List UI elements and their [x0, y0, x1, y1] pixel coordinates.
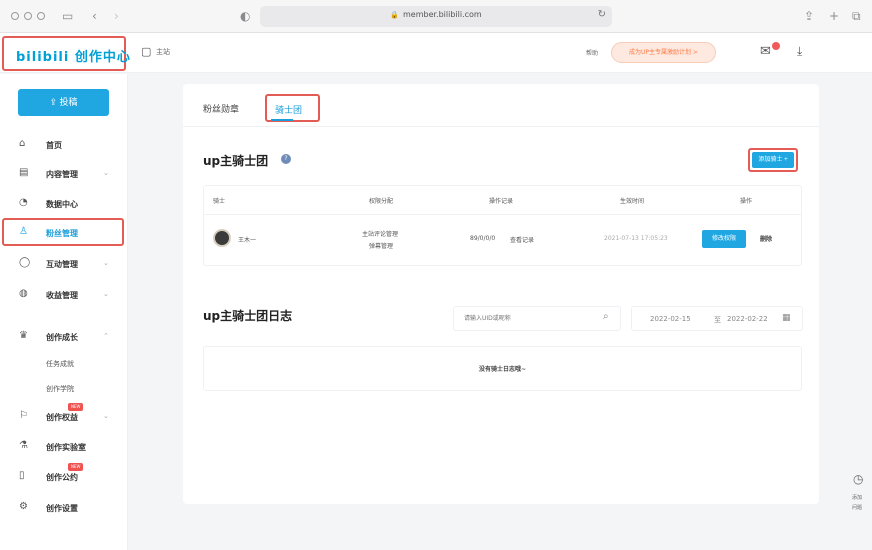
sidebar-item-lab[interactable]: ⚗ 创作实验室 [0, 437, 128, 457]
permission-2: 弹幕管理 [369, 243, 394, 250]
back-icon[interactable]: ‹ [92, 8, 97, 24]
effective-time: 2021-07-13 17:05:23 [604, 235, 668, 242]
url-text: member.bilibili.com [402, 10, 482, 19]
date-range-picker[interactable]: 2022-02-15 至 2022-02-22 ▦ [631, 306, 803, 331]
clock-icon: ◷ [853, 472, 864, 486]
share-icon[interactable]: ⇪ [804, 8, 814, 24]
minimize-window-icon[interactable] [24, 12, 32, 20]
maximize-window-icon[interactable] [37, 12, 45, 20]
flag-icon: ⚐ [19, 410, 28, 421]
home-link[interactable]: 主站 [156, 47, 170, 57]
search-icon[interactable]: ⌕ [603, 311, 609, 322]
browser-toolbar: ▭ ‹ › ◐ 🔒 member.bilibili.com ↻ ⇪ + ⧉ [0, 0, 872, 33]
sidebar: ⇪ 投稿 ⌂ 首页 ▤ 内容管理 ⌄ ◔ 数据中心 ♙ 粉丝管理 ◯ 互动管理 … [0, 74, 128, 550]
tab-overview-icon[interactable]: ⧉ [852, 8, 861, 24]
help-link[interactable]: 帮助 [586, 48, 598, 57]
sidebar-item-growth[interactable]: ♛ 创作成长 ⌃ [0, 327, 128, 347]
log-title: up主骑士团日志 [203, 309, 293, 323]
sidebar-toggle-icon[interactable]: ▭ [62, 8, 73, 24]
document-icon: ▤ [19, 167, 29, 178]
address-bar[interactable]: 🔒 member.bilibili.com ↻ [260, 6, 612, 27]
new-tab-icon[interactable]: + [829, 8, 839, 24]
chevron-down-icon: ⌄ [103, 259, 109, 267]
reload-icon[interactable]: ↻ [598, 9, 606, 20]
record-counts: 89/0/0/0 [470, 235, 496, 242]
logo[interactable]: bilibili 创作中心 [2, 36, 130, 71]
chevron-up-icon: ⌃ [103, 332, 109, 340]
column-header: 操作记录 [489, 198, 514, 205]
column-header: 骑士 [213, 198, 226, 205]
message-icon[interactable]: ✉ [760, 44, 771, 59]
calendar-icon[interactable]: ▦ [782, 313, 791, 323]
sidebar-item-income[interactable]: ◍ 收益管理 ⌄ [0, 285, 128, 305]
new-badge: NEW [68, 463, 84, 471]
tab-knights[interactable]: 骑士团 [265, 94, 320, 122]
sidebar-subitem-tasks[interactable]: 任务成就 [46, 359, 74, 369]
view-record-link[interactable]: 查看记录 [510, 235, 534, 244]
add-knight-button[interactable]: 添加骑士 + [752, 152, 794, 168]
sidebar-subitem-academy[interactable]: 创作学院 [46, 384, 74, 394]
forward-icon[interactable]: › [114, 8, 119, 24]
sidebar-item-data[interactable]: ◔ 数据中心 [0, 194, 128, 214]
tab-fan-medal[interactable]: 粉丝勋章 [203, 102, 239, 115]
comment-icon: ◯ [19, 257, 31, 268]
money-icon: ◍ [19, 288, 28, 299]
upload-button[interactable]: ⇪ 投稿 [18, 89, 109, 116]
growth-icon: ♛ [19, 330, 28, 341]
close-window-icon[interactable] [11, 12, 19, 20]
privacy-shield-icon[interactable]: ◐ [240, 8, 250, 24]
user-icon: ♙ [19, 226, 28, 237]
delete-button[interactable]: 删除 [760, 234, 772, 243]
search-input[interactable] [453, 306, 621, 331]
sidebar-item-interaction[interactable]: ◯ 互动管理 ⌄ [0, 254, 128, 274]
gear-icon: ⚙ [19, 501, 28, 512]
sidebar-item-rights[interactable]: ⚐ 创作权益 NEW ⌄ [0, 403, 128, 427]
log-table: 没有骑士日志哦~ [203, 346, 802, 391]
tab-active-indicator [271, 119, 293, 121]
promo-banner[interactable]: 成为UP主专属激励计划 > [611, 42, 716, 63]
section-title: up主骑士团 [203, 154, 269, 168]
permission-1: 主站评论管理 [362, 231, 399, 238]
knight-name: 王木一 [238, 237, 257, 244]
sidebar-item-fans[interactable]: ♙ 粉丝管理 [2, 218, 124, 246]
chart-icon: ◔ [19, 197, 28, 208]
float-label-1: 添加 [852, 495, 863, 501]
knights-table: 骑士 权限分配 操作记录 生效时间 操作 王木一 主站评论管理 弹幕管理 89/… [203, 185, 802, 266]
float-label-2: 问题 [852, 505, 863, 511]
notification-dot [772, 42, 780, 50]
info-icon[interactable]: ? [281, 154, 291, 164]
date-start: 2022-02-15 [650, 315, 691, 323]
row-divider [204, 214, 801, 215]
sidebar-item-home[interactable]: ⌂ 首页 [0, 135, 128, 155]
avatar [213, 229, 231, 247]
book-icon: ▯ [19, 470, 25, 481]
date-separator: 至 [714, 316, 721, 324]
lock-icon: 🔒 [390, 11, 399, 19]
edit-permission-button[interactable]: 修改权限 [702, 230, 746, 248]
column-header: 操作 [740, 198, 753, 205]
chevron-down-icon: ⌄ [103, 290, 109, 298]
new-badge: NEW [68, 403, 84, 411]
sidebar-item-content[interactable]: ▤ 内容管理 ⌄ [0, 164, 128, 184]
flask-icon: ⚗ [19, 440, 28, 451]
tv-home-icon[interactable]: ▢ [141, 45, 151, 58]
sidebar-item-convention[interactable]: ▯ 创作公约 NEW [0, 463, 128, 487]
main-panel: 粉丝勋章 骑士团 up主骑士团 ? 添加骑士 + 骑士 权限分配 操作记录 生效… [183, 84, 819, 504]
tabs-divider [183, 126, 819, 127]
logo-text: bilibili 创作中心 [16, 50, 131, 65]
chevron-down-icon: ⌄ [103, 412, 109, 420]
column-header: 权限分配 [369, 198, 394, 205]
empty-state-text: 没有骑士日志哦~ [478, 366, 527, 373]
sidebar-item-settings[interactable]: ⚙ 创作设置 [0, 498, 128, 518]
chevron-down-icon: ⌄ [103, 169, 109, 177]
download-icon[interactable]: ⤓ [797, 44, 802, 59]
column-header: 生效时间 [620, 198, 645, 205]
add-knight-highlight: 添加骑士 + [748, 148, 798, 172]
home-icon: ⌂ [19, 138, 26, 149]
app-header: bilibili 创作中心 ▢ 主站 帮助 成为UP主专属激励计划 > ✉ ⤓ [0, 33, 872, 73]
date-end: 2022-02-22 [727, 315, 768, 323]
